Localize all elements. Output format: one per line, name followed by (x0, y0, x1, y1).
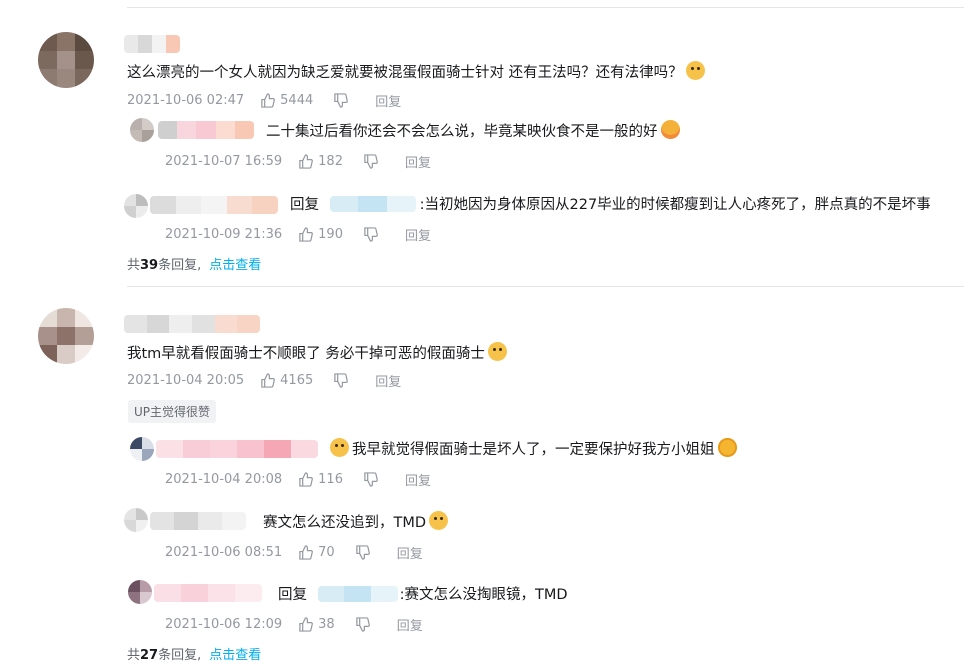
reply-button[interactable]: 回复 (397, 615, 423, 634)
thumbs-up-icon (298, 545, 314, 560)
like-count: 190 (318, 227, 343, 242)
reply-meta: 2021-10-06 08:51 70 回复 (165, 543, 423, 562)
like-count: 38 (318, 617, 335, 632)
like-count: 4165 (280, 373, 314, 388)
reply-button[interactable]: 回复 (397, 543, 423, 562)
reply-prefix: 回复 (290, 197, 319, 213)
like-button[interactable]: 4165 (260, 373, 313, 388)
timestamp: 2021-10-04 20:05 (127, 373, 245, 388)
like-button[interactable]: 116 (298, 472, 343, 487)
comment-text: 这么漂亮的一个女人就因为缺乏爱就要被混蛋假面骑士针对 还有王法吗？还有法律吗？ (127, 61, 705, 83)
reply-meta: 2021-10-07 16:59 182 回复 (165, 152, 431, 171)
reply-total: 共39条回复, 点击查看 (127, 258, 262, 273)
reply-avatar[interactable] (130, 437, 154, 461)
reply-username[interactable] (150, 196, 278, 214)
dislike-button[interactable] (363, 154, 383, 169)
expand-replies-link[interactable]: 点击查看 (209, 648, 261, 663)
reply-button[interactable]: 回复 (405, 225, 431, 244)
thread-divider (127, 286, 964, 287)
thumbs-up-icon (298, 617, 314, 632)
like-button[interactable]: 38 (298, 617, 335, 632)
reply-button[interactable]: 回复 (375, 91, 401, 110)
reply-avatar[interactable] (124, 194, 148, 218)
reply-text: 回复 :赛文怎么没掏眼镜，TMD (278, 586, 568, 603)
thumbs-down-icon (333, 373, 349, 388)
hug-emoji-icon (660, 120, 680, 139)
reply-avatar[interactable] (128, 580, 152, 604)
avatar[interactable] (38, 308, 94, 364)
thumbs-down-icon (363, 472, 378, 487)
top-divider (127, 7, 964, 8)
reply-button[interactable]: 回复 (375, 371, 401, 390)
like-button[interactable]: 182 (298, 154, 343, 169)
reply-text: 赛文怎么还没追到，TMD (263, 511, 449, 533)
expand-replies-link[interactable]: 点击查看 (209, 258, 261, 273)
reply-prefix: 回复 (278, 587, 307, 603)
like-count: 182 (318, 154, 343, 169)
reply-avatar[interactable] (124, 508, 148, 532)
reply-text: 我早就觉得假面骑士是坏人了，一定要保护好我方小姐姐 (330, 438, 737, 460)
timestamp: 2021-10-09 21:36 (165, 227, 283, 242)
reply-username[interactable] (156, 440, 318, 458)
timestamp: 2021-10-04 20:08 (165, 472, 283, 487)
dislike-button[interactable] (363, 227, 383, 242)
comment-meta: 2021-10-06 02:47 5444 回复 (127, 91, 401, 110)
thumbs-down-icon (363, 227, 378, 242)
like-count: 70 (318, 545, 335, 560)
reply-avatar[interactable] (130, 118, 154, 142)
dislike-button[interactable] (363, 472, 383, 487)
reply-text: 回复 :当初她因为身体原因从227毕业的时候都瘦到让人心疼死了，胖点真的不是坏事 (290, 196, 931, 213)
dog-emoji-icon (330, 438, 349, 457)
thumbs-down-icon (363, 154, 378, 169)
dislike-button[interactable] (333, 373, 353, 388)
thumbs-up-icon (298, 472, 314, 487)
dislike-button[interactable] (333, 93, 353, 108)
reply-meta: 2021-10-09 21:36 190 回复 (165, 225, 431, 244)
like-button[interactable]: 190 (298, 227, 343, 242)
thumbs-down-icon (333, 93, 349, 108)
reply-total: 共27条回复, 点击查看 (127, 648, 262, 663)
thumbs-up-icon (260, 373, 276, 388)
reply-button[interactable]: 回复 (405, 152, 431, 171)
reply-username[interactable] (158, 121, 254, 139)
like-count: 116 (318, 472, 343, 487)
comment-text: 我tm早就看假面骑士不顺眼了 务必干掉可恶的假面骑士 (127, 342, 507, 364)
reply-text: 二十集过后看你还会不会怎么说，毕竟某映伙食不是一般的好 (266, 120, 680, 142)
reply-meta: 2021-10-06 12:09 38 回复 (165, 615, 423, 634)
dislike-button[interactable] (355, 617, 375, 632)
dog-emoji-icon (685, 61, 705, 80)
dog-emoji-icon (429, 511, 449, 530)
timestamp: 2021-10-06 02:47 (127, 93, 245, 108)
thumbs-down-icon (355, 617, 370, 632)
dog-emoji-icon (487, 342, 507, 361)
username[interactable] (124, 315, 260, 333)
smile-emoji-icon (717, 438, 737, 457)
like-button[interactable]: 70 (298, 545, 335, 560)
avatar[interactable] (38, 32, 94, 88)
thumbs-up-icon (298, 227, 314, 242)
username[interactable] (124, 35, 180, 53)
comment-meta: 2021-10-04 20:05 4165 回复 (127, 371, 401, 390)
reply-username[interactable] (154, 584, 262, 602)
thumbs-up-icon (260, 93, 276, 108)
reply-username[interactable] (150, 512, 246, 530)
timestamp: 2021-10-06 08:51 (165, 545, 283, 560)
mentioned-username[interactable] (317, 586, 398, 602)
thumbs-down-icon (355, 545, 370, 560)
thumbs-up-icon (298, 154, 314, 169)
reply-meta: 2021-10-04 20:08 116 回复 (165, 470, 431, 489)
like-count: 5444 (280, 93, 314, 108)
reply-button[interactable]: 回复 (405, 470, 431, 489)
timestamp: 2021-10-06 12:09 (165, 617, 283, 632)
up-liked-badge: UP主觉得很赞 (128, 400, 217, 423)
like-button[interactable]: 5444 (260, 93, 313, 108)
timestamp: 2021-10-07 16:59 (165, 154, 283, 169)
mentioned-username[interactable] (329, 196, 416, 212)
dislike-button[interactable] (355, 545, 375, 560)
